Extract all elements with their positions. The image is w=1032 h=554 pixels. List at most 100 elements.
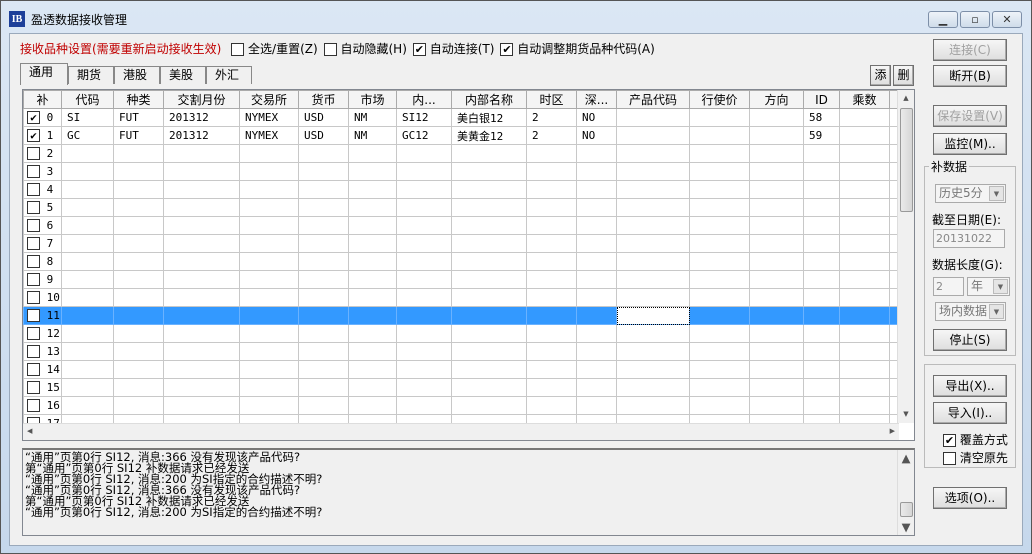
- grid-cell[interactable]: 美黄金12: [451, 126, 527, 145]
- grid-cell[interactable]: [239, 324, 299, 343]
- grid-cell[interactable]: [526, 378, 577, 397]
- grid-cell[interactable]: [839, 270, 890, 289]
- table-row[interactable]: 8: [23, 252, 899, 271]
- grid-cell[interactable]: [749, 198, 804, 217]
- grid-cell[interactable]: [451, 216, 527, 235]
- grid-cell[interactable]: [298, 270, 349, 289]
- length-unit-select[interactable]: 年 ▼: [967, 277, 1010, 296]
- table-row[interactable]: 14: [23, 360, 899, 379]
- grid-cell[interactable]: [61, 198, 114, 217]
- grid-cell[interactable]: FUT: [113, 108, 164, 127]
- disconnect-button[interactable]: 断开(B): [933, 65, 1007, 87]
- grid-cell[interactable]: [803, 180, 840, 199]
- table-row[interactable]: 2: [23, 144, 899, 163]
- grid-cell[interactable]: SI12: [396, 108, 452, 127]
- grid-cell[interactable]: [298, 252, 349, 271]
- grid-cell[interactable]: [616, 396, 690, 415]
- checkbox[interactable]: [943, 452, 956, 465]
- grid-cell[interactable]: 58: [803, 108, 840, 127]
- grid-cell[interactable]: [839, 252, 890, 271]
- grid-cell[interactable]: [526, 162, 577, 181]
- grid-cell[interactable]: [616, 162, 690, 181]
- grid-cell[interactable]: [749, 378, 804, 397]
- grid-cell[interactable]: [803, 324, 840, 343]
- table-row[interactable]: ✔ 0 SI FUT 201312 NYMEX USD NM SI12 美白银12 2 NO 58: [23, 108, 899, 127]
- grid-cell[interactable]: [616, 144, 690, 163]
- column-header[interactable]: 交割月份: [163, 90, 240, 109]
- grid-cell[interactable]: [239, 198, 299, 217]
- grid-cell[interactable]: [239, 234, 299, 253]
- grid-cell[interactable]: [689, 252, 750, 271]
- grid-cell[interactable]: [749, 270, 804, 289]
- grid-cell[interactable]: [526, 198, 577, 217]
- grid-cell[interactable]: [163, 162, 240, 181]
- grid-cell[interactable]: [163, 252, 240, 271]
- grid-cell[interactable]: [239, 396, 299, 415]
- grid-cell[interactable]: [576, 216, 617, 235]
- grid-cell[interactable]: SI: [61, 108, 114, 127]
- row-checkbox[interactable]: [27, 363, 40, 377]
- grid-cell[interactable]: [749, 396, 804, 415]
- grid-cell[interactable]: [451, 360, 527, 379]
- grid-cell[interactable]: [348, 144, 397, 163]
- grid-cell[interactable]: [396, 216, 452, 235]
- grid-cell[interactable]: [61, 288, 114, 307]
- grid-cell[interactable]: [61, 342, 114, 361]
- row-checkbox[interactable]: [27, 291, 40, 305]
- grid-cell[interactable]: [396, 270, 452, 289]
- grid-cell[interactable]: [298, 198, 349, 217]
- grid-cell[interactable]: 59: [803, 126, 840, 145]
- table-row[interactable]: 13: [23, 342, 899, 361]
- import-button[interactable]: 导入(I)..: [933, 402, 1007, 424]
- clear-existing-checkbox[interactable]: 清空原先: [943, 449, 1008, 466]
- grid-cell[interactable]: [576, 270, 617, 289]
- column-header[interactable]: 交易所: [239, 90, 299, 109]
- grid-cell[interactable]: [803, 360, 840, 379]
- grid-cell[interactable]: [113, 306, 164, 325]
- grid-cell[interactable]: [749, 180, 804, 199]
- row-checkbox[interactable]: [27, 165, 40, 179]
- checkbox[interactable]: [323, 43, 337, 56]
- grid-cell[interactable]: [689, 198, 750, 217]
- grid-cell[interactable]: FUT: [113, 126, 164, 145]
- grid-cell[interactable]: [163, 360, 240, 379]
- grid-cell[interactable]: 201312: [163, 108, 240, 127]
- grid-cell[interactable]: [689, 342, 750, 361]
- grid-cell[interactable]: [61, 234, 114, 253]
- grid-cell[interactable]: [163, 216, 240, 235]
- grid-cell[interactable]: [689, 144, 750, 163]
- grid-cell[interactable]: [163, 198, 240, 217]
- grid-cell[interactable]: [526, 360, 577, 379]
- grid-cell[interactable]: [689, 216, 750, 235]
- grid-cell[interactable]: [239, 378, 299, 397]
- grid-cell[interactable]: [61, 216, 114, 235]
- grid-cell[interactable]: [839, 396, 890, 415]
- grid-cell[interactable]: [576, 252, 617, 271]
- grid-cell[interactable]: 2: [526, 126, 577, 145]
- grid-cell[interactable]: [163, 378, 240, 397]
- grid-cell[interactable]: [61, 360, 114, 379]
- scroll-down-icon[interactable]: ▼: [898, 406, 914, 423]
- grid-cell[interactable]: [396, 378, 452, 397]
- grid-cell[interactable]: [451, 234, 527, 253]
- grid-cell[interactable]: [616, 234, 690, 253]
- grid-cell[interactable]: [61, 180, 114, 199]
- grid-cell[interactable]: [348, 180, 397, 199]
- grid-cell[interactable]: [803, 306, 840, 325]
- minimize-button[interactable]: ▁: [928, 11, 958, 28]
- grid-cell[interactable]: [689, 126, 750, 145]
- grid-cell[interactable]: [526, 216, 577, 235]
- grid-cell[interactable]: [576, 342, 617, 361]
- stop-button[interactable]: 停止(S): [933, 329, 1007, 351]
- grid-cell[interactable]: [616, 378, 690, 397]
- row-checkbox[interactable]: [27, 147, 40, 161]
- grid-cell[interactable]: [576, 234, 617, 253]
- grid-cell[interactable]: [298, 216, 349, 235]
- grid-cell[interactable]: [616, 108, 690, 127]
- grid-cell[interactable]: [396, 144, 452, 163]
- grid-cell[interactable]: [239, 252, 299, 271]
- backfill-type-select[interactable]: 历史5分 ▼: [935, 184, 1006, 203]
- grid-cell[interactable]: [163, 234, 240, 253]
- grid-cell[interactable]: [113, 162, 164, 181]
- length-input[interactable]: 2: [933, 277, 964, 296]
